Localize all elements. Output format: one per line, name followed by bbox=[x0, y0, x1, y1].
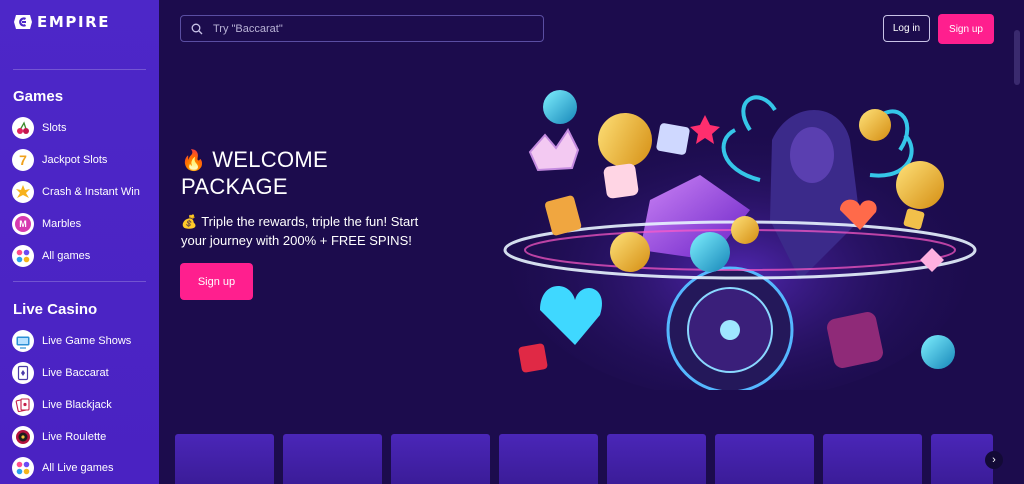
roulette-icon bbox=[12, 426, 34, 448]
sidebar-item-label: All games bbox=[42, 250, 91, 262]
sidebar-item-all-live-games[interactable]: All Live games bbox=[12, 457, 114, 479]
hero-illustration bbox=[503, 90, 977, 390]
sidebar-item-label: Live Game Shows bbox=[42, 335, 132, 347]
grid-icon bbox=[12, 245, 34, 267]
hero-signup-button[interactable]: Sign up bbox=[180, 263, 253, 300]
cherry-icon bbox=[12, 117, 34, 139]
search-bar[interactable] bbox=[180, 15, 544, 42]
brand-logo[interactable]: EMPIRE bbox=[13, 12, 110, 32]
sidebar-divider bbox=[13, 69, 146, 70]
page-scrollbar[interactable] bbox=[1010, 0, 1024, 484]
fire-icon: 🔥 bbox=[181, 150, 207, 172]
search-input[interactable] bbox=[211, 21, 515, 36]
sidebar-item-label: Live Blackjack bbox=[42, 399, 112, 411]
game-tile[interactable] bbox=[499, 434, 598, 484]
explosion-icon bbox=[12, 181, 34, 203]
sidebar-item-jackpot-slots[interactable]: 7 Jackpot Slots bbox=[12, 149, 107, 171]
brand-name: EMPIRE bbox=[37, 13, 111, 31]
game-tile[interactable] bbox=[175, 434, 274, 484]
sidebar-item-crash-instant-win[interactable]: Crash & Instant Win bbox=[12, 181, 140, 203]
game-tile[interactable] bbox=[715, 434, 814, 484]
sidebar-item-live-game-shows[interactable]: Live Game Shows bbox=[12, 330, 131, 352]
hero-title: 🔥 WELCOME PACKAGE bbox=[181, 147, 441, 200]
sidebar-item-live-baccarat[interactable]: Live Baccarat bbox=[12, 362, 109, 384]
sidebar-item-label: Live Baccarat bbox=[42, 367, 109, 379]
game-tile[interactable] bbox=[823, 434, 922, 484]
card-icon bbox=[12, 362, 34, 384]
sidebar-heading-games: Games bbox=[13, 88, 64, 105]
cards-icon bbox=[12, 394, 34, 416]
sidebar-item-live-blackjack[interactable]: Live Blackjack bbox=[12, 394, 112, 416]
game-tile[interactable] bbox=[607, 434, 706, 484]
sidebar: EMPIRE Games Slots 7 Jackpot Slots Crash… bbox=[0, 0, 159, 484]
sidebar-item-label: Crash & Instant Win bbox=[42, 186, 140, 198]
sidebar-item-all-games[interactable]: All games bbox=[12, 245, 90, 267]
scrollbar-thumb[interactable] bbox=[1014, 30, 1020, 85]
sidebar-item-live-roulette[interactable]: Live Roulette bbox=[12, 426, 106, 448]
tv-icon bbox=[12, 330, 34, 352]
sidebar-item-slots[interactable]: Slots bbox=[12, 117, 66, 139]
seven-icon: 7 bbox=[12, 149, 34, 171]
sidebar-item-label: Jackpot Slots bbox=[42, 154, 108, 166]
sidebar-item-marbles[interactable]: M Marbles bbox=[12, 213, 81, 235]
search-icon bbox=[191, 23, 203, 34]
sidebar-heading-live-casino: Live Casino bbox=[13, 301, 98, 318]
chevron-right-icon: › bbox=[992, 454, 996, 466]
game-tile[interactable] bbox=[391, 434, 490, 484]
game-tile[interactable] bbox=[931, 434, 993, 484]
logo-icon bbox=[14, 15, 32, 29]
signup-button[interactable]: Sign up bbox=[938, 14, 994, 44]
hero-subtitle-text: Triple the rewards, triple the fun! Star… bbox=[181, 214, 419, 248]
game-tile[interactable] bbox=[283, 434, 382, 484]
money-bag-icon: 💰 bbox=[181, 214, 198, 229]
carousel-next-button[interactable]: › bbox=[985, 451, 1003, 469]
sidebar-divider bbox=[13, 281, 146, 282]
hero-subtitle: 💰 Triple the rewards, triple the fun! Sta… bbox=[181, 212, 431, 250]
sidebar-item-label: Live Roulette bbox=[42, 431, 107, 443]
login-button[interactable]: Log in bbox=[883, 15, 930, 42]
grid-icon bbox=[12, 457, 34, 479]
sidebar-item-label: All Live games bbox=[42, 462, 114, 474]
sidebar-item-label: Slots bbox=[42, 122, 67, 134]
marble-icon: M bbox=[12, 213, 34, 235]
sidebar-item-label: Marbles bbox=[42, 218, 82, 230]
